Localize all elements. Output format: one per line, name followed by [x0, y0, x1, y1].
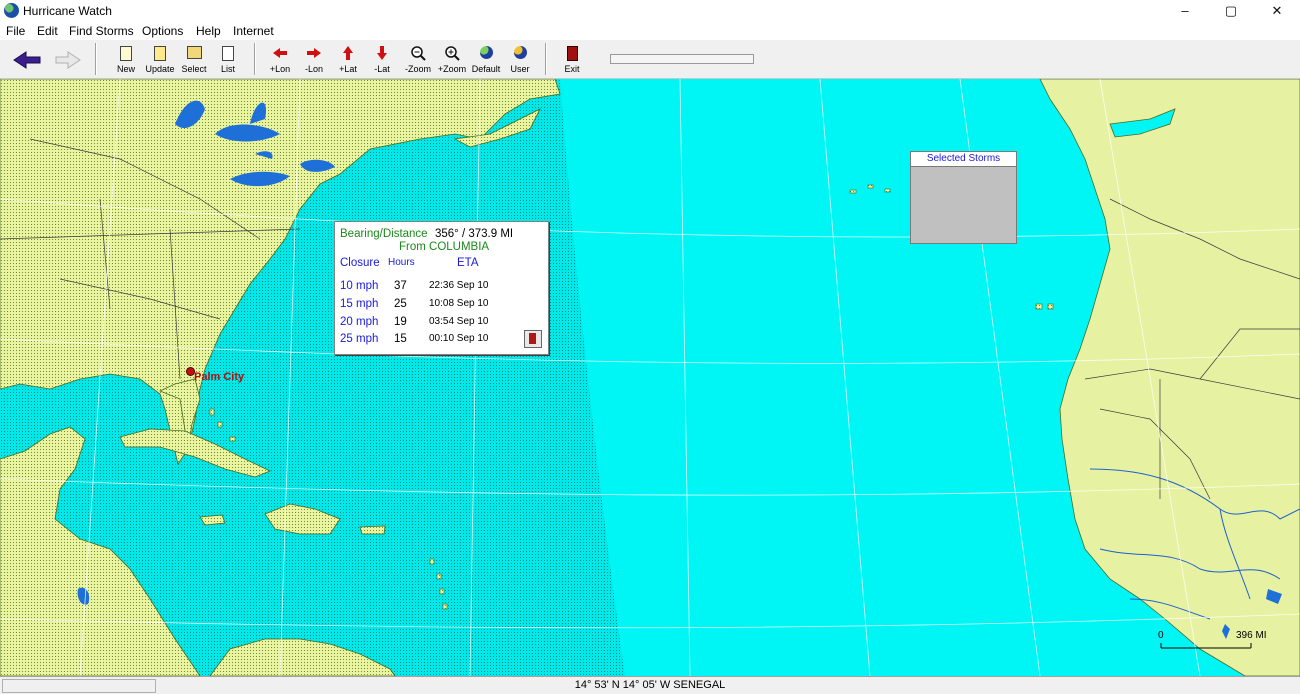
- select-folder-icon: [186, 45, 202, 61]
- toolbar-separator: [254, 43, 256, 75]
- plus-lon-button[interactable]: +Lon: [266, 43, 294, 75]
- exit-door-icon: [564, 45, 580, 61]
- closure-eta: 22:36 Sep 10: [429, 280, 489, 291]
- minus-lat-button[interactable]: -Lat: [368, 43, 396, 75]
- plus-lon-label: +Lon: [269, 64, 291, 74]
- forward-button[interactable]: [50, 43, 84, 75]
- closure-header: Closure: [340, 257, 380, 269]
- menu-bar: File Edit Find Storms Options Help Inter…: [0, 22, 1300, 40]
- toolbar-separator: [545, 43, 547, 75]
- city-label: Palm City: [194, 371, 245, 383]
- closure-hours: 19: [394, 316, 407, 328]
- plus-lat-button[interactable]: +Lat: [334, 43, 362, 75]
- forward-arrow-icon: [55, 51, 81, 69]
- plus-lat-label: +Lat: [339, 64, 357, 74]
- new-button[interactable]: New: [112, 43, 140, 75]
- back-button[interactable]: [10, 43, 44, 75]
- minus-lon-label: -Lon: [304, 64, 323, 74]
- closure-hours: 15: [394, 333, 407, 345]
- select-button[interactable]: Select: [179, 43, 209, 75]
- back-arrow-icon: [13, 51, 41, 69]
- menu-edit[interactable]: Edit: [37, 24, 58, 38]
- close-panel-button[interactable]: [524, 330, 542, 348]
- puerto-rico-land: [359, 525, 386, 535]
- menu-internet[interactable]: Internet: [233, 24, 274, 38]
- arrow-right-icon: [307, 48, 321, 58]
- zoom-in-label: +Zoom: [437, 64, 467, 74]
- title-bar: Hurricane Watch – ▢ ✕: [0, 0, 1300, 22]
- new-label: New: [116, 64, 135, 74]
- globe-icon: [478, 45, 494, 61]
- update-doc-icon: [152, 45, 168, 61]
- zoom-in-icon: [445, 46, 460, 61]
- globe-user-icon: [512, 45, 528, 61]
- selected-storms-panel[interactable]: Selected Storms: [910, 151, 1017, 244]
- from-location: From COLUMBIA: [399, 241, 490, 253]
- zoom-in-button[interactable]: +Zoom: [436, 43, 468, 75]
- minimize-button[interactable]: –: [1162, 0, 1208, 22]
- closure-speed: 15 mph: [340, 298, 379, 310]
- update-button[interactable]: Update: [143, 43, 177, 75]
- bearing-label: Bearing/Distance: [340, 228, 428, 240]
- arrow-left-icon: [273, 48, 287, 58]
- minus-lat-label: -Lat: [374, 64, 390, 74]
- update-label: Update: [145, 64, 175, 74]
- zoom-out-label: -Zoom: [404, 64, 431, 74]
- cursor-location: 14° 53' N 14° 05' W SENEGAL: [574, 679, 726, 691]
- menu-help[interactable]: Help: [196, 24, 221, 38]
- menu-file[interactable]: File: [6, 24, 25, 38]
- status-bar: 14° 53' N 14° 05' W SENEGAL: [0, 676, 1300, 694]
- closure-speed: 20 mph: [340, 316, 379, 328]
- bearing-value: 356° / 373.9 MI: [435, 228, 514, 240]
- closure-speed: 10 mph: [340, 280, 379, 292]
- exit-label: Exit: [564, 64, 580, 74]
- list-button[interactable]: List: [214, 43, 242, 75]
- default-button[interactable]: Default: [470, 43, 502, 75]
- default-label: Default: [471, 64, 501, 74]
- closure-eta: 00:10 Sep 10: [429, 333, 489, 344]
- toolbar: New Update Select List +Lon -Lon +Lat -L…: [0, 40, 1300, 79]
- close-button[interactable]: ✕: [1254, 0, 1300, 22]
- eta-header: ETA: [457, 257, 479, 269]
- exit-button[interactable]: Exit: [558, 43, 586, 75]
- select-label: Select: [181, 64, 207, 74]
- jamaica-land: [199, 514, 226, 526]
- arrow-down-icon: [377, 46, 387, 60]
- new-doc-icon: [118, 45, 134, 61]
- window-title: Hurricane Watch: [23, 4, 112, 18]
- arrow-up-icon: [343, 46, 353, 60]
- scale-end-label: 396 MI: [1236, 630, 1267, 641]
- closure-eta: 03:54 Sep 10: [429, 316, 489, 327]
- list-icon: [220, 45, 236, 61]
- hurricane-globe-icon: [4, 3, 19, 18]
- closure-hours: 37: [394, 280, 407, 292]
- bearing-distance-panel: Bearing/Distance 356° / 373.9 MI From CO…: [334, 221, 549, 355]
- list-label: List: [220, 64, 235, 74]
- africa-land: [1039, 79, 1300, 676]
- closure-hours: 25: [394, 298, 407, 310]
- selected-storms-title: Selected Storms: [911, 152, 1016, 167]
- closure-eta: 10:08 Sep 10: [429, 298, 489, 309]
- menu-options[interactable]: Options: [142, 24, 183, 38]
- zoom-out-button[interactable]: -Zoom: [402, 43, 434, 75]
- toolbar-separator: [95, 43, 97, 75]
- hours-header: Hours: [388, 257, 415, 268]
- minus-lon-button[interactable]: -Lon: [300, 43, 328, 75]
- closure-speed: 25 mph: [340, 333, 379, 345]
- progress-bar: [610, 54, 754, 64]
- scale-start-label: 0: [1158, 630, 1164, 641]
- user-button[interactable]: User: [506, 43, 534, 75]
- zoom-out-icon: [411, 46, 426, 61]
- menu-find-storms[interactable]: Find Storms: [69, 24, 134, 38]
- restore-button[interactable]: ▢: [1208, 0, 1254, 22]
- user-label: User: [510, 64, 530, 74]
